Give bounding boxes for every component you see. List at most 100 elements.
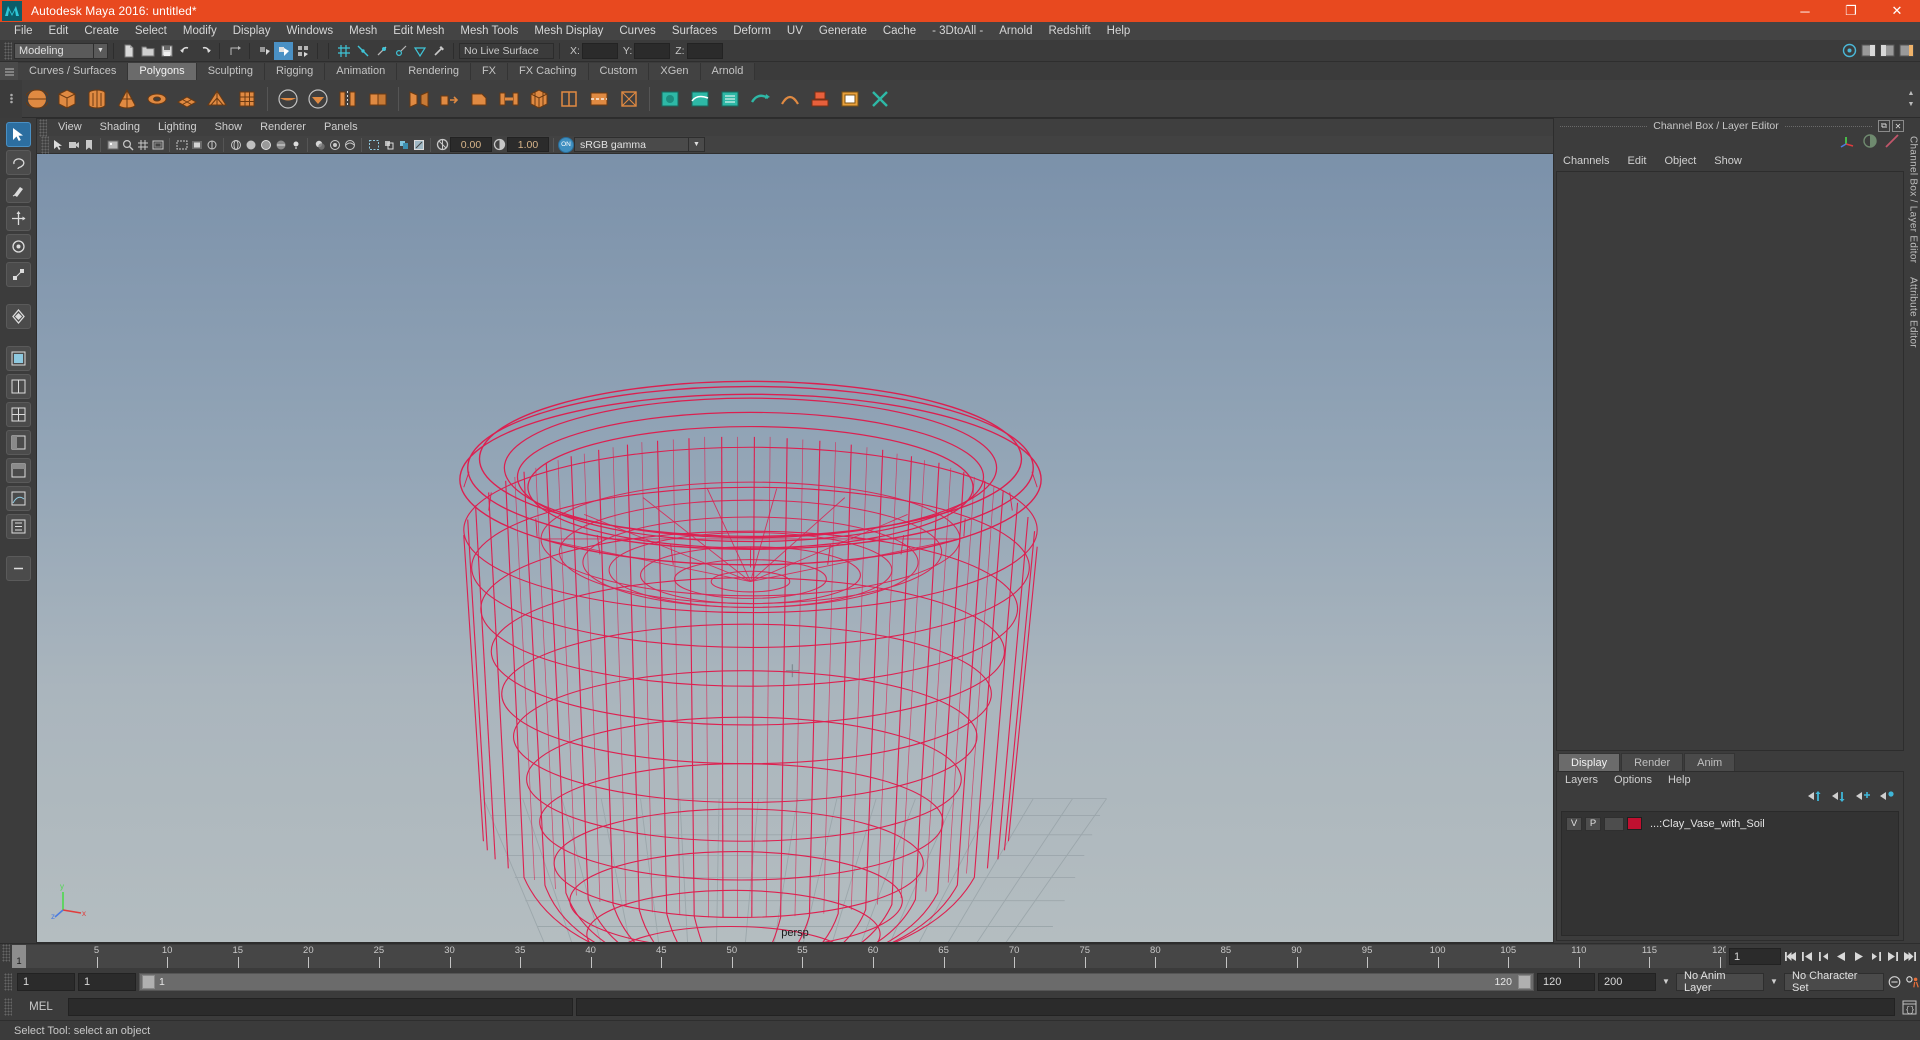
menu-item-surfaces[interactable]: Surfaces — [664, 22, 725, 40]
layer-tab-anim[interactable]: Anim — [1684, 753, 1736, 771]
color-management-toggle[interactable]: ON — [558, 136, 574, 153]
shelf-tab-fx[interactable]: FX — [470, 63, 509, 80]
bevel-icon[interactable] — [466, 86, 492, 112]
shelf-tab-menu-icon[interactable] — [0, 62, 18, 80]
poly-pyramid-icon[interactable] — [204, 86, 230, 112]
persp-viewport[interactable]: y x z persp — [37, 154, 1553, 942]
range-slider-track[interactable]: 1 120 — [139, 972, 1534, 991]
exposure-icon[interactable] — [204, 137, 219, 153]
animation-preferences-icon[interactable] — [1905, 973, 1920, 991]
shelf-tab-rigging[interactable]: Rigging — [264, 63, 326, 80]
timeline-current-frame-marker[interactable]: 1 — [12, 945, 26, 968]
anim-layer-select[interactable]: No Anim Layer — [1676, 970, 1764, 994]
extrude-icon[interactable] — [436, 86, 462, 112]
menu-item-arnold[interactable]: Arnold — [991, 22, 1040, 40]
create-new-layer-icon[interactable] — [1856, 790, 1871, 808]
layer-menu-help[interactable]: Help — [1660, 772, 1699, 789]
menu-item-modify[interactable]: Modify — [175, 22, 225, 40]
menu-item-cache[interactable]: Cache — [875, 22, 924, 40]
layer-list[interactable]: V P ...:Clay_Vase_with_Soil — [1561, 811, 1899, 936]
shelf-scroll-up-icon[interactable]: ▲ — [1906, 89, 1916, 97]
save-scene-icon[interactable] — [157, 42, 176, 60]
range-right-handle[interactable] — [1518, 974, 1531, 989]
move-axis-icon[interactable] — [1840, 133, 1856, 154]
gamma-icon[interactable] — [492, 137, 507, 153]
menu-item-curves[interactable]: Curves — [611, 22, 663, 40]
delete-tool-icon[interactable] — [867, 86, 893, 112]
cone-wire-icon[interactable] — [305, 86, 331, 112]
playback-end-time-input[interactable]: 120 — [1537, 972, 1595, 991]
layout-graph-editor-icon[interactable] — [5, 486, 31, 511]
poly-cube-icon[interactable] — [54, 86, 80, 112]
poly-plane-icon[interactable] — [174, 86, 200, 112]
layer-name[interactable]: ...:Clay_Vase_with_Soil — [1650, 818, 1765, 830]
go-to-start-icon[interactable] — [1783, 948, 1798, 966]
animation-start-time-input[interactable]: 1 — [17, 972, 75, 991]
relax-tool-icon[interactable] — [717, 86, 743, 112]
bookmark-icon[interactable] — [81, 137, 96, 153]
menu-item-mesh[interactable]: Mesh — [341, 22, 385, 40]
playback-start-time-input[interactable]: 1 — [78, 972, 136, 991]
shelf-tab-curves-surfaces[interactable]: Curves / Surfaces — [18, 63, 129, 80]
menu-item-redshift[interactable]: Redshift — [1040, 22, 1098, 40]
snap-to-view-plane-icon[interactable] — [410, 42, 429, 60]
layer-row[interactable]: V P ...:Clay_Vase_with_Soil — [1562, 815, 1898, 832]
mirror-geometry-icon[interactable] — [406, 86, 432, 112]
menu-item-edit[interactable]: Edit — [41, 22, 77, 40]
shelf-options-icon[interactable] — [0, 79, 22, 118]
coord-input-z[interactable] — [686, 42, 723, 59]
menu-set-chevron-down-icon[interactable]: ▼ — [94, 42, 108, 59]
layer-playback-toggle[interactable]: P — [1585, 816, 1601, 831]
menu-item-mesh-display[interactable]: Mesh Display — [526, 22, 611, 40]
gate-mask-icon[interactable] — [189, 137, 204, 153]
shelf-tab-arnold[interactable]: Arnold — [700, 63, 756, 80]
menu-item-help[interactable]: Help — [1099, 22, 1139, 40]
command-language-label[interactable]: MEL — [17, 1001, 65, 1013]
close-button[interactable]: ✕ — [1874, 0, 1920, 22]
snap-to-point-icon[interactable] — [372, 42, 391, 60]
play-backwards-icon[interactable] — [1834, 948, 1849, 966]
two-d-pan-zoom-icon[interactable] — [120, 137, 135, 153]
show-hide-attribute-editor-icon[interactable] — [1859, 42, 1878, 60]
xray-joints-icon[interactable] — [396, 137, 411, 153]
channelbox-menu-show[interactable]: Show — [1705, 152, 1751, 170]
pinch-tool-icon[interactable] — [777, 86, 803, 112]
poly-cylinder-icon[interactable] — [84, 86, 110, 112]
lights-icon[interactable] — [288, 137, 303, 153]
layer-color-swatch[interactable] — [1627, 817, 1642, 830]
anim-layer-chevron-down-icon[interactable]: ▼ — [1659, 973, 1673, 991]
current-frame-input[interactable]: 1 — [1729, 948, 1781, 965]
undo-icon[interactable] — [176, 42, 195, 60]
sphere-wire-icon[interactable] — [275, 86, 301, 112]
smooth-shade-icon[interactable] — [243, 137, 258, 153]
snap-to-projected-center-icon[interactable] — [391, 42, 410, 60]
shelf-tab-sculpting[interactable]: Sculpting — [196, 63, 265, 80]
menu-item-select[interactable]: Select — [127, 22, 175, 40]
grab-tool-icon[interactable] — [747, 86, 773, 112]
lasso-tool-icon[interactable] — [5, 150, 31, 175]
channelbox-menu-object[interactable]: Object — [1655, 152, 1705, 170]
step-forward-key-icon[interactable] — [1885, 948, 1900, 966]
foamy-tool-icon[interactable] — [837, 86, 863, 112]
new-scene-icon[interactable] — [119, 42, 138, 60]
textured-icon[interactable] — [273, 137, 288, 153]
menu-item-mesh-tools[interactable]: Mesh Tools — [452, 22, 526, 40]
menu-item-display[interactable]: Display — [225, 22, 279, 40]
layer-menu-layers[interactable]: Layers — [1557, 772, 1606, 789]
camera-attributes-icon[interactable] — [66, 137, 81, 153]
menu-item-deform[interactable]: Deform — [725, 22, 779, 40]
menu-item-3dtoall[interactable]: - 3DtoAll - — [924, 22, 991, 40]
shelf-tab-xgen[interactable]: XGen — [649, 63, 701, 80]
snap-to-curve-icon[interactable] — [353, 42, 372, 60]
live-surface-field[interactable]: No Live Surface — [459, 42, 554, 59]
panel-undock-icon[interactable]: ⧉ — [1878, 120, 1890, 132]
exposure-gamma-toggle-icon[interactable] — [435, 137, 450, 153]
smooth-tool-icon[interactable] — [687, 86, 713, 112]
layer-visibility-toggle[interactable]: V — [1566, 816, 1582, 831]
layout-two-pane-icon[interactable] — [5, 374, 31, 399]
gamma-input[interactable]: 1.00 — [507, 137, 549, 152]
bridge-icon[interactable] — [496, 86, 522, 112]
channelbox-menu-edit[interactable]: Edit — [1618, 152, 1655, 170]
isolate-select-icon[interactable] — [366, 137, 381, 153]
character-set-select[interactable]: No Character Set — [1784, 970, 1884, 994]
